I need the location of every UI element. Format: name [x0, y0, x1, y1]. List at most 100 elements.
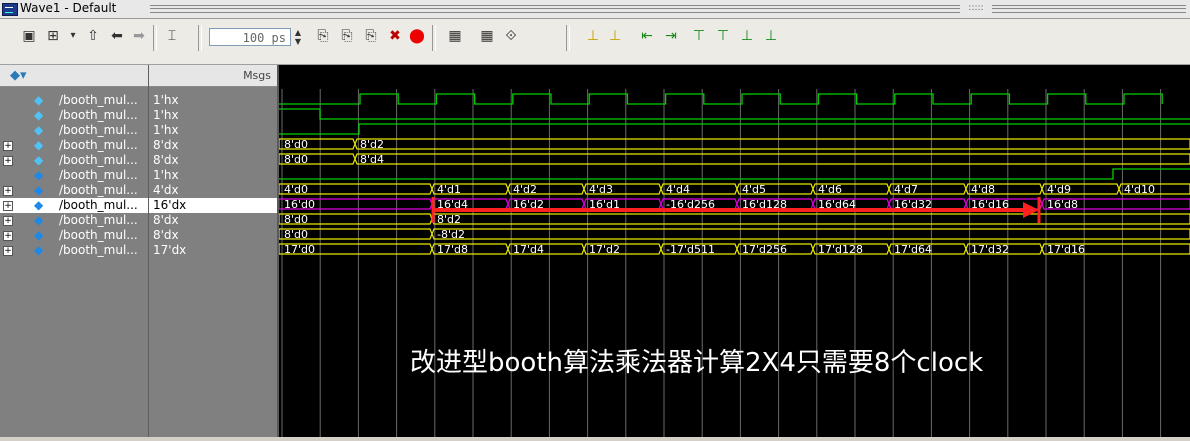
signal-row[interactable]: ◆ /booth_mul...: [0, 123, 148, 138]
tree-icon[interactable]: ⊞: [42, 25, 64, 47]
expand-icon[interactable]: +: [3, 141, 13, 151]
expand-icon[interactable]: +: [3, 231, 13, 241]
signal-value[interactable]: 1'hx: [149, 93, 277, 108]
signal-icon: ◆: [34, 228, 44, 242]
mcand-neg-label: -8'd2: [437, 228, 465, 241]
signal-row[interactable]: ◆ /booth_mul...: [0, 108, 148, 123]
count-label: 4'd1: [437, 183, 461, 196]
rst-wave: [279, 108, 1190, 120]
insert-cursor-icon[interactable]: ⌶: [161, 25, 183, 47]
product-label: 17'd64: [894, 243, 932, 256]
count-label: 4'd9: [1047, 183, 1071, 196]
window-title: Wave1 - Default: [20, 1, 117, 15]
signal-value[interactable]: 8'dx: [149, 153, 277, 168]
clk-wave: [279, 93, 1163, 105]
mul-b-label: 8'd4: [360, 153, 384, 166]
wave-options-icon[interactable]: ▦: [476, 25, 498, 47]
toolbar: ▣ ⊞ ▾ ⇧ ⬅ ➡ ⌶ 100 ps ▲ ▼ ⎘ ⎘ ⎘ ✖ ⬤ ▦ ▦ ⟐ …: [0, 19, 1190, 65]
expand-icon[interactable]: +: [3, 201, 13, 211]
signal-value[interactable]: 16'dx: [149, 198, 277, 213]
forward-arrow-icon[interactable]: ➡: [128, 25, 150, 47]
signal-row[interactable]: + ◆ /booth_mul...: [0, 228, 148, 243]
signal-name: /booth_mul...: [59, 108, 138, 122]
run-length-spinner[interactable]: ▲ ▼: [292, 28, 304, 46]
mul-b-label: 8'd0: [284, 153, 308, 166]
signal-value[interactable]: 8'dx: [149, 228, 277, 243]
edge-rise-icon[interactable]: ⊤: [688, 25, 710, 47]
signal-icon: ◆: [34, 213, 44, 227]
signal-icon: ◆: [34, 108, 44, 122]
acc-label: 16'd0: [284, 198, 315, 211]
expand-icon[interactable]: +: [3, 246, 13, 256]
mcand-label: 8'd0: [284, 213, 308, 226]
title-bar: Wave1 - Default :::::: [0, 0, 1190, 19]
msgs-label: Msgs: [243, 69, 271, 82]
signal-icon: ◆: [34, 93, 44, 107]
signal-icon: ◆: [34, 243, 44, 257]
signal-name: /booth_mul...: [59, 228, 138, 242]
signal-row[interactable]: + ◆ /booth_mul...: [0, 213, 148, 228]
signal-value[interactable]: 1'hx: [149, 108, 277, 123]
run-icon[interactable]: ⎘: [312, 25, 334, 47]
name-pane-header: ◆▾: [0, 65, 148, 87]
product-label: 17'd0: [284, 243, 315, 256]
product-label: 17'd4: [513, 243, 544, 256]
signal-icon: ◆: [34, 138, 44, 152]
signal-icon: ◆: [34, 153, 44, 167]
title-grip-line: [150, 8, 1186, 9]
signal-name: /booth_mul...: [59, 198, 138, 212]
mcand-segment: [431, 213, 1190, 225]
signal-value[interactable]: 8'dx: [149, 138, 277, 153]
signal-value[interactable]: 8'dx: [149, 213, 277, 228]
wave-menu-icon[interactable]: ◆▾: [10, 68, 27, 83]
count-label: 4'd2: [513, 183, 537, 196]
step-icon[interactable]: ⎘: [360, 25, 382, 47]
break-icon[interactable]: ✖: [384, 25, 406, 47]
done-wave: [279, 168, 1190, 180]
product-label: 17'd8: [437, 243, 468, 256]
window-icon[interactable]: ▣: [18, 25, 40, 47]
count-label: 4'd5: [742, 183, 766, 196]
run-length-field[interactable]: 100 ps: [209, 28, 291, 46]
value-pane-header: Msgs: [149, 65, 277, 87]
edge-next-icon[interactable]: ⇥: [660, 25, 682, 47]
signal-row[interactable]: ◆ /booth_mul...: [0, 93, 148, 108]
count-label: 4'd3: [589, 183, 613, 196]
signal-row[interactable]: + ◆ /booth_mul...: [0, 153, 148, 168]
app-icon: [2, 3, 18, 16]
product-label: 17'd32: [971, 243, 1009, 256]
signal-value[interactable]: 1'hx: [149, 168, 277, 183]
expand-icon[interactable]: +: [3, 216, 13, 226]
restart-icon[interactable]: ▦: [444, 25, 466, 47]
signal-value[interactable]: 4'dx: [149, 183, 277, 198]
signal-value[interactable]: 17'dx: [149, 243, 277, 258]
signal-row[interactable]: ◆ /booth_mul...: [0, 168, 148, 183]
count-label: 4'd7: [894, 183, 918, 196]
title-grip[interactable]: [150, 5, 1186, 13]
wave-header: [279, 65, 1190, 87]
product-label: 17'd16: [1047, 243, 1085, 256]
signal-row[interactable]: + ◆ /booth_mul...: [0, 138, 148, 153]
edge-prev-icon[interactable]: ⇤: [636, 25, 658, 47]
edge-fall-icon[interactable]: ⊤: [712, 25, 734, 47]
signal-row[interactable]: + ◆ /booth_mul...: [0, 198, 148, 213]
mcand-label: 8'd2: [437, 213, 461, 226]
up-arrow-icon[interactable]: ⇧: [82, 25, 104, 47]
edge-any-icon[interactable]: ⊥: [736, 25, 758, 47]
signal-value[interactable]: 1'hx: [149, 123, 277, 138]
waveform-pane[interactable]: 8'd0 8'd2 8'd0 8'd4 4'd0 4'd1 4'd2 4'd3 4'd4 4'd5…: [278, 65, 1190, 437]
signal-row[interactable]: + ◆ /booth_mul...: [0, 243, 148, 258]
count-label: 4'd0: [284, 183, 308, 196]
expand-icon[interactable]: +: [3, 156, 13, 166]
edge-last-icon[interactable]: ⊥: [604, 25, 626, 47]
back-arrow-icon[interactable]: ⬅: [106, 25, 128, 47]
signal-name: /booth_mul...: [59, 153, 138, 167]
dropdown-icon[interactable]: ▾: [62, 25, 84, 47]
edge-both-icon[interactable]: ⊥: [760, 25, 782, 47]
find-icon[interactable]: ⟐: [500, 25, 522, 47]
signal-row[interactable]: + ◆ /booth_mul...: [0, 183, 148, 198]
stop-icon[interactable]: ⬤: [406, 25, 428, 47]
expand-icon[interactable]: +: [3, 186, 13, 196]
continue-icon[interactable]: ⎘: [336, 25, 358, 47]
edge-first-icon[interactable]: ⊥: [582, 25, 604, 47]
